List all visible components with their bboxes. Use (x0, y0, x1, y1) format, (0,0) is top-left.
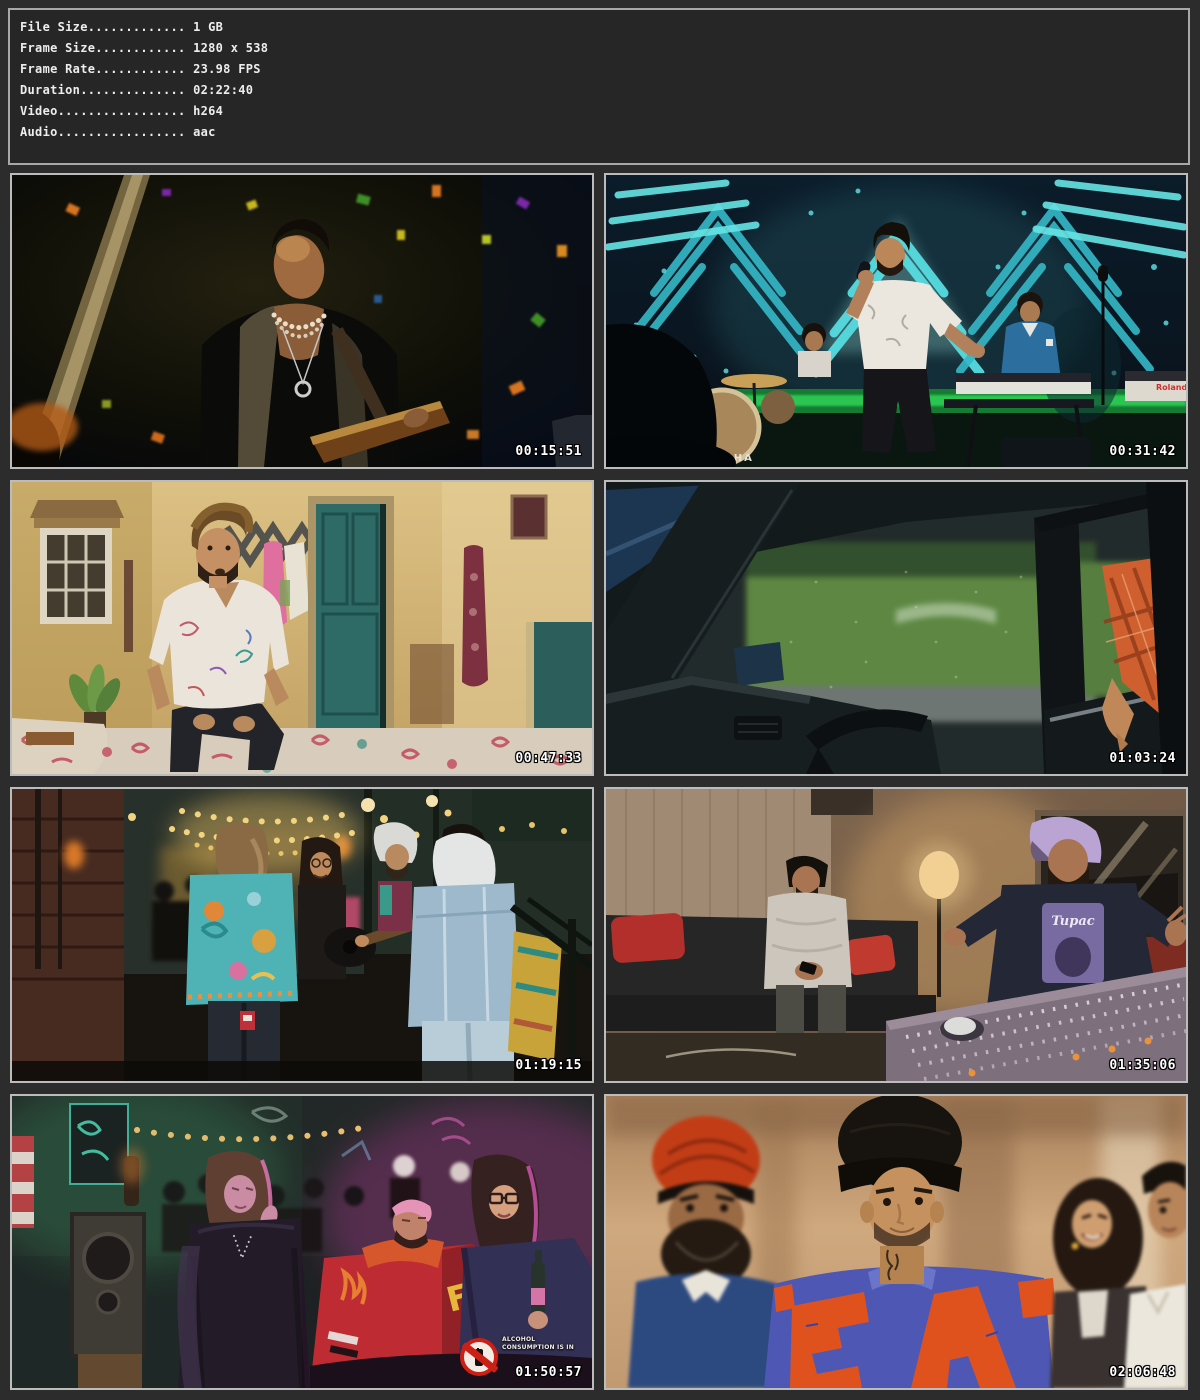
window (30, 500, 124, 624)
thumbnail-6: Tupac 01:35:06 (604, 787, 1188, 1083)
shirt-text: Tupac (1051, 914, 1094, 929)
timestamp-overlay: 00:47:33 (515, 751, 582, 766)
media-info-line-framesize: Frame Size............ 1280 x 538 (20, 38, 1188, 59)
roland-keyboard: Roland (1125, 371, 1186, 401)
timestamp-overlay: 02:06:48 (1109, 1365, 1176, 1380)
thumbnail-8-image (606, 1096, 1186, 1388)
side-mirror (734, 642, 784, 686)
thumbnail-1: 00:15:51 (10, 173, 594, 469)
thumbnail-8: 02:06:48 (604, 1094, 1188, 1390)
timestamp-overlay: 00:31:42 (1109, 444, 1176, 459)
wall-pipe (124, 560, 133, 652)
timestamp-overlay: 00:15:51 (515, 444, 582, 459)
media-info-line-filesize: File Size............. 1 GB (20, 17, 1188, 38)
timestamp-overlay: 01:03:24 (1109, 751, 1176, 766)
media-info-line-video: Video................. h264 (20, 101, 1188, 122)
no-alcohol-text: ALCOHOL CONSUMPTION IS IN (502, 1336, 582, 1352)
roland-label: Roland (1156, 383, 1186, 392)
media-info-line-audio: Audio................. aac (20, 122, 1188, 143)
media-info-line-framerate: Frame Rate............ 23.98 FPS (20, 59, 1188, 80)
media-info-panel: File Size............. 1 GB Frame Size..… (8, 8, 1190, 165)
thumbnail-3-image (12, 482, 592, 774)
thumbnail-4-image (606, 482, 1186, 774)
media-info-line-duration: Duration.............. 02:22:40 (20, 80, 1188, 101)
thumbnail-5: 01:19:15 (10, 787, 594, 1083)
thumbnail-2: Roland YAMAHA (604, 173, 1188, 469)
teal-door (308, 496, 394, 730)
thumbnail-7: F (10, 1094, 594, 1390)
timestamp-overlay: 01:35:06 (1109, 1058, 1176, 1073)
thumbnail-1-image (12, 175, 592, 467)
thumbnail-4: 01:03:24 (604, 480, 1188, 776)
no-alcohol-icon (460, 1338, 498, 1376)
thumbnail-6-image: Tupac (606, 789, 1186, 1081)
timestamp-overlay: 01:50:57 (515, 1365, 582, 1380)
timestamp-overlay: 01:19:15 (515, 1058, 582, 1073)
thumbnail-5-image (12, 789, 592, 1081)
thumbnail-3: 00:47:33 (10, 480, 594, 776)
thumbnail-2-image: Roland YAMAHA (606, 175, 1186, 467)
